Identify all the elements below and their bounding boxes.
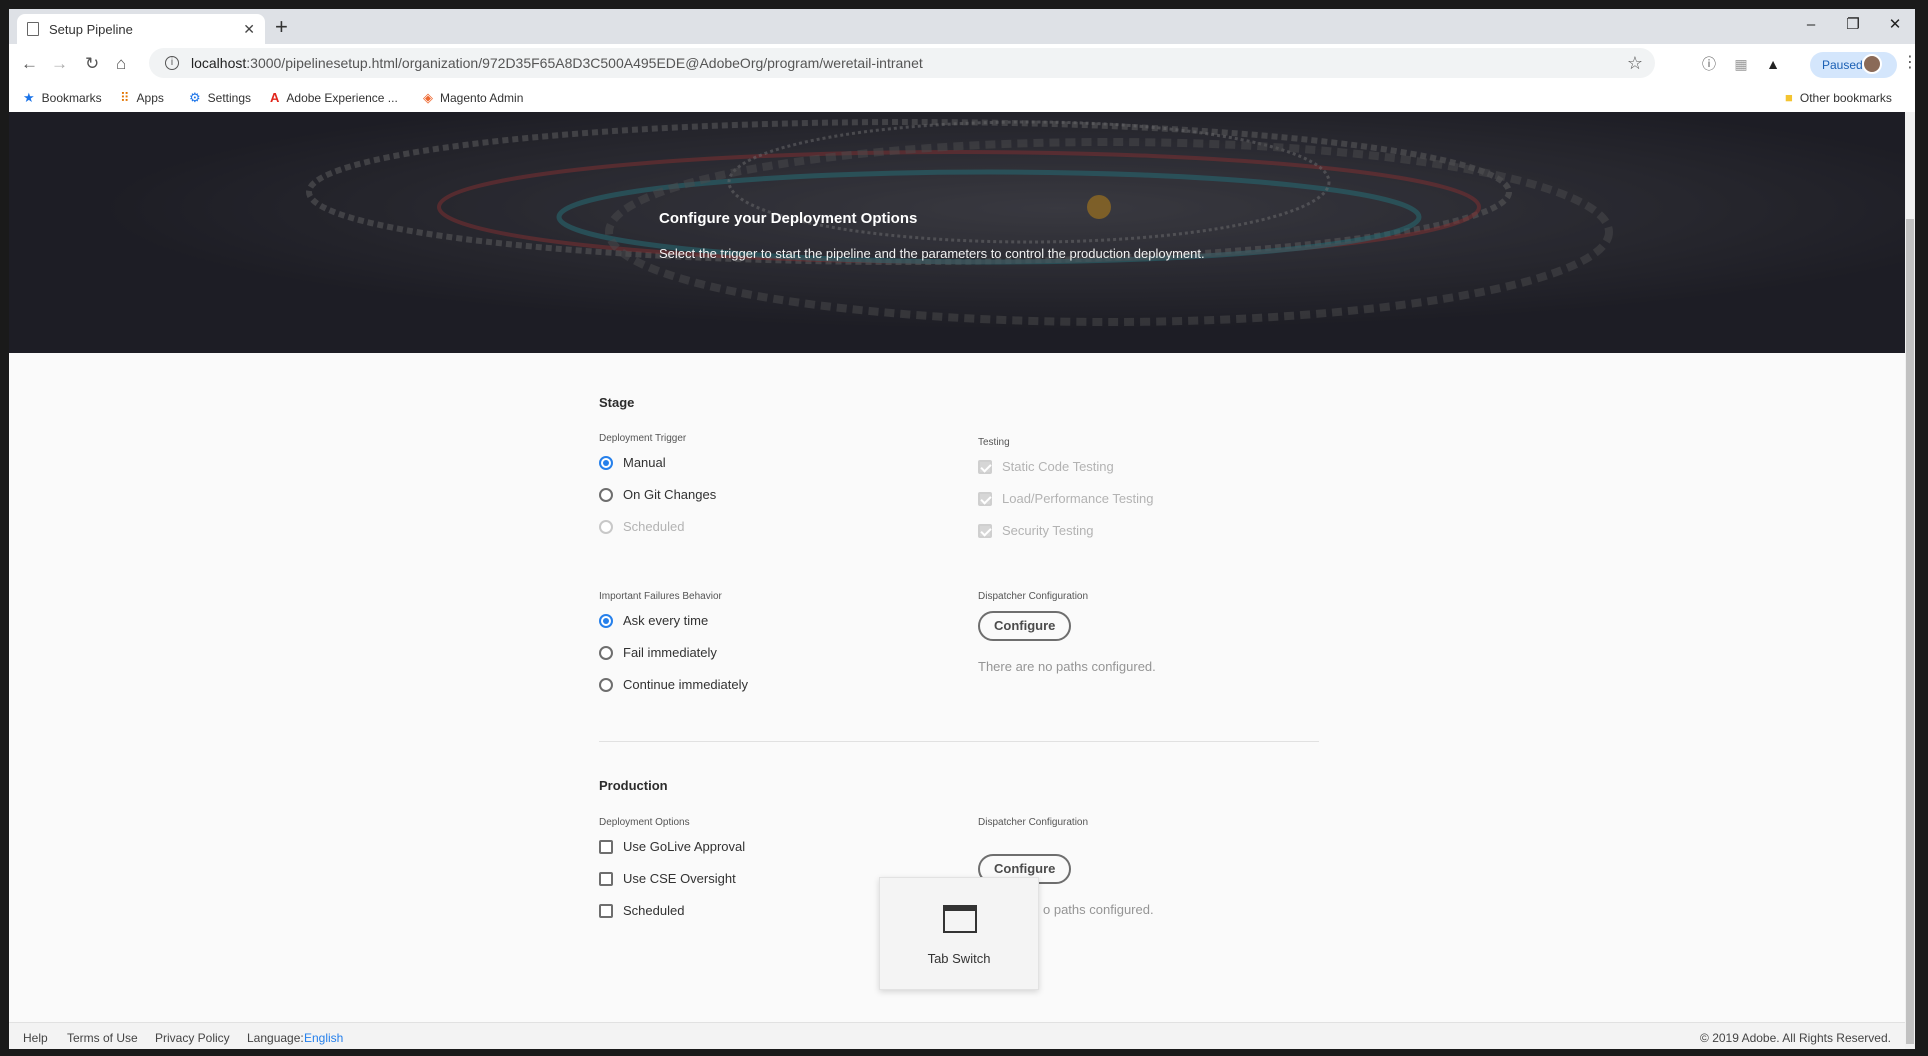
tab-title: Setup Pipeline [49,21,133,37]
profile-button[interactable]: Paused [1810,52,1897,78]
tab-switch-overlay: Tab Switch [879,877,1039,990]
url-host: localhost [191,55,247,71]
scrollbar-thumb[interactable] [1906,219,1914,1044]
bookmark-item[interactable]: A Adobe Experience ... [270,90,398,105]
stage-title: Stage [599,395,635,410]
close-tab-icon[interactable]: ✕ [243,21,255,38]
radio-selected[interactable] [599,455,613,470]
minimize-icon[interactable]: – [1791,12,1831,38]
radio-disabled [599,519,613,534]
page-icon [27,22,39,36]
testing-label: Testing [978,437,1010,448]
star-icon: ★ [23,90,35,105]
checkbox-disabled [978,459,992,474]
checkbox-disabled [978,523,992,538]
radio[interactable] [599,677,613,692]
bookmark-item[interactable]: ⠿ Apps [120,90,164,106]
load-testing-checkbox: Load/Performance Testing [978,491,1154,506]
tab-strip: Setup Pipeline ✕ + – ❐ ✕ [9,9,1915,44]
extension-grid-icon[interactable]: ▦ [1733,56,1749,72]
forward-icon[interactable]: → [51,55,68,73]
checkbox-disabled [978,491,992,506]
failures-behavior-label: Important Failures Behavior [599,591,722,602]
bookmark-item[interactable]: ◈ Magento Admin [423,90,523,106]
production-no-paths-text: o paths configured. [1043,902,1154,917]
extension-info-icon[interactable]: ⓘ [1701,56,1717,72]
tab-switch-label: Tab Switch [927,951,991,966]
tab-switch-icon [943,905,977,933]
production-dispatcher-label: Dispatcher Configuration [978,817,1089,828]
bookmarks-bar: ★ Bookmarks ⠿ Apps ⚙ Settings A Adobe Experi… [9,82,1915,112]
failure-ask-radio[interactable]: Ask every time [599,613,708,628]
trigger-git-radio[interactable]: On Git Changes [599,487,716,502]
hero-background-art [9,112,1915,353]
radio[interactable] [599,645,613,660]
bookmark-item[interactable]: ⚙ Settings [189,90,251,106]
other-bookmarks[interactable]: ■ Other bookmarks [1785,90,1892,105]
footer-copyright: © 2019 Adobe. All Rights Reserved. [1700,1031,1891,1045]
hero-banner: Configure your Deployment Options Select… [9,112,1915,353]
gear-icon: ⚙ [189,90,201,105]
golive-approval-checkbox[interactable]: Use GoLive Approval [599,839,745,854]
cse-oversight-checkbox[interactable]: Use CSE Oversight [599,871,736,886]
site-info-icon[interactable]: i [165,56,179,70]
adobe-icon: A [270,90,280,105]
production-title: Production [599,778,668,793]
apps-grid-icon: ⠿ [120,90,130,105]
trigger-scheduled-radio: Scheduled [599,519,684,534]
deployment-trigger-label: Deployment Trigger [599,433,687,444]
stage-dispatcher-label: Dispatcher Configuration [978,591,1089,602]
stage-no-paths-text: There are no paths configured. [978,659,1156,674]
radio[interactable] [599,487,613,502]
trigger-manual-radio[interactable]: Manual [599,455,666,470]
profile-status: Paused [1822,58,1863,72]
new-tab-icon[interactable]: + [275,15,288,39]
tab-setup-pipeline[interactable]: Setup Pipeline ✕ [17,14,265,44]
page-footer: Help Terms of Use Privacy Policy Languag… [9,1022,1915,1049]
section-divider [599,741,1319,742]
footer-language-link[interactable]: English [304,1031,343,1045]
extension-drive-icon[interactable]: ▲ [1765,56,1781,72]
static-code-testing-checkbox: Static Code Testing [978,459,1114,474]
deployment-options-label: Deployment Options [599,817,690,828]
folder-icon: ■ [1785,90,1793,105]
checkbox[interactable] [599,903,613,918]
browser-menu-icon[interactable]: ⋮ [1902,54,1915,72]
checkbox[interactable] [599,839,613,854]
security-testing-checkbox: Security Testing [978,523,1094,538]
bookmark-item[interactable]: ★ Bookmarks [23,90,102,106]
footer-language-label: Language: [247,1031,304,1045]
stage-configure-button[interactable]: Configure [978,611,1072,641]
bookmark-star-icon[interactable]: ☆ [1627,53,1643,74]
radio-selected[interactable] [599,613,613,628]
footer-privacy-link[interactable]: Privacy Policy [155,1031,230,1045]
page-subtitle: Select the trigger to start the pipeline… [659,246,1205,261]
page-title: Configure your Deployment Options [659,210,918,227]
checkbox[interactable] [599,871,613,886]
back-icon[interactable]: ← [21,55,38,73]
close-window-icon[interactable]: ✕ [1875,12,1915,38]
reload-icon[interactable]: ↻ [85,55,99,73]
url-path: :3000/pipelinesetup.html/organization/97… [246,55,923,71]
restore-icon[interactable]: ❐ [1833,12,1873,38]
footer-terms-link[interactable]: Terms of Use [67,1031,138,1045]
failure-continue-radio[interactable]: Continue immediately [599,677,748,692]
scheduled-checkbox[interactable]: Scheduled [599,903,684,918]
failure-fail-radio[interactable]: Fail immediately [599,645,717,660]
footer-help-link[interactable]: Help [23,1031,48,1045]
address-bar[interactable]: i localhost :3000/pipelinesetup.html/org… [149,48,1655,78]
avatar[interactable] [1862,54,1882,74]
magento-icon: ◈ [423,90,433,105]
home-icon[interactable]: ⌂ [116,55,126,73]
